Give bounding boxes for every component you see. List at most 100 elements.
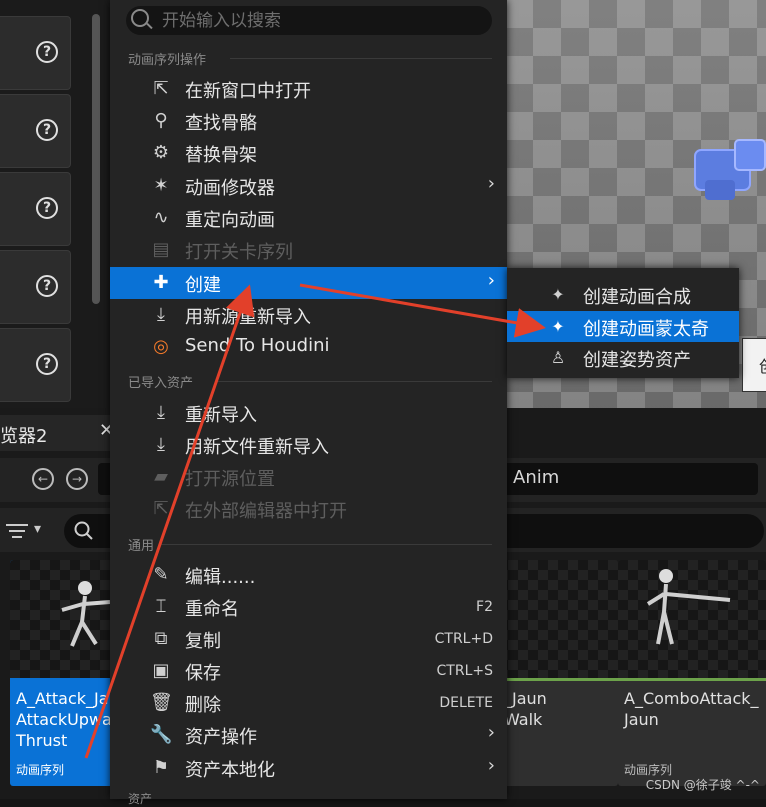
rename-icon: ⌶ [155,596,167,617]
submenu-item-create-pose-asset[interactable]: ♙ 创建姿势资产 [507,342,739,373]
menu-item-reimport-new-file[interactable]: ⤓ 用新文件重新导入 [110,429,507,461]
chevron-right-icon: › [487,270,495,291]
menu-item-rename[interactable]: ⌶ 重命名 F2 [110,591,507,623]
asset-type-label: 动画序列 [16,763,65,777]
menu-search-input[interactable] [162,6,482,35]
menu-item-reimport[interactable]: ⤓ 重新导入 [110,397,507,429]
menu-item-label: 创建 [185,275,221,296]
chevron-right-icon: › [487,722,495,743]
reimport-new-source-icon: ⤓ [157,304,165,325]
menu-item-label: 保存 [185,663,221,684]
asset-type-bar [618,678,766,681]
find-skeleton-icon: ⚲ [154,110,168,131]
menu-item-label: 用新源重新导入 [185,307,311,328]
submenu-item-label: 创建动画合成 [583,287,691,308]
menu-item-replace-skeleton[interactable]: ⚙ 替换骨架 [110,137,507,169]
menu-item-anim-modifiers[interactable]: ✶ 动画修改器 › [110,170,507,202]
save-icon: ▣ [152,660,170,681]
menu-item-edit[interactable]: ✎ 编辑...... [110,559,507,591]
content-browser-tab-label: 览器2 [0,426,48,447]
detail-row[interactable]: ? [0,328,71,402]
section-divider [230,58,492,59]
shortcut-label: CTRL+S [436,663,493,679]
menu-item-asset-actions[interactable]: 🔧 资产操作 › [110,719,507,751]
duplicate-icon: ⧉ [154,628,168,649]
forward-arrow-icon[interactable]: → [66,468,88,490]
character-thumbnail-icon [646,569,731,645]
submenu-item-create-anim-montage[interactable]: ✦ 创建动画蒙太奇 [507,311,739,342]
menu-item-label: 编辑...... [185,567,256,588]
menu-item-label: 重定向动画 [185,210,275,231]
menu-item-open-source-location[interactable]: ▰ 打开源位置 [110,461,507,493]
menu-item-open-new-window[interactable]: ⇱ 在新窗口中打开 [110,73,507,105]
help-icon[interactable]: ? [36,41,58,63]
menu-item-duplicate[interactable]: ⧉ 复制 CTRL+D [110,623,507,655]
details-scrollbar[interactable] [92,14,100,304]
asset-tile[interactable]: A_ComboAttack_ Jaun 动画序列 [618,560,766,786]
section-header-imported-assets: 已导入资产 [128,376,194,391]
help-icon[interactable]: ? [36,197,58,219]
filter-icon[interactable] [6,524,28,542]
tooltip-text: 创 [759,353,766,377]
folder-icon: ▰ [154,466,168,487]
asset-name: A_ComboAttack_ Jaun [624,689,759,729]
skeletal-mesh-preview [694,139,766,200]
shortcut-label: F2 [476,599,493,615]
menu-item-label: 资产操作 [185,727,257,748]
submenu-item-create-anim-composite[interactable]: ✦ 创建动画合成 [507,279,739,310]
menu-item-label: 重新导入 [185,405,257,426]
menu-item-reimport-new-source[interactable]: ⤓ 用新源重新导入 [110,299,507,331]
menu-item-retarget-animation[interactable]: ∿ 重定向动画 [110,202,507,234]
menu-item-label: 重命名 [185,599,239,620]
menu-item-asset-localization[interactable]: ⚑ 资产本地化 › [110,752,507,784]
menu-item-find-skeleton[interactable]: ⚲ 查找骨骼 [110,105,507,137]
path-folder-label[interactable]: Anim [513,467,559,488]
menu-item-open-level-sequence[interactable]: ▤ 打开关卡序列 [110,234,507,266]
section-header-common: 通用 [128,539,155,554]
menu-item-label: 替换骨架 [185,145,257,166]
menu-item-send-to-houdini[interactable]: ◎ Send To Houdini [110,331,507,363]
detail-row[interactable]: ? [0,94,71,168]
anim-composite-icon: ✦ [551,285,565,304]
shortcut-label: DELETE [439,695,493,711]
menu-item-label: 复制 [185,631,221,652]
menu-item-delete[interactable]: 🗑 删除 DELETE [110,687,507,719]
help-icon[interactable]: ? [36,353,58,375]
section-divider [216,381,492,382]
detail-row[interactable]: ? [0,250,71,324]
help-icon[interactable]: ? [36,275,58,297]
tooltip-popup: 创 [742,338,766,392]
submenu-item-label: 创建姿势资产 [583,350,691,371]
create-icon: ✚ [153,272,169,293]
pose-asset-icon: ♙ [550,348,566,367]
detail-row[interactable]: ? [0,172,71,246]
retarget-icon: ∿ [153,207,169,228]
open-window-icon: ⇱ [153,78,169,99]
reimport-icon: ⤓ [157,402,165,423]
asset-tile[interactable]: _Jaun Walk [498,560,618,786]
asset-thumbnail [498,560,618,678]
menu-item-label: 资产本地化 [185,760,275,781]
anim-montage-icon: ✦ [551,317,565,336]
edit-icon: ✎ [153,564,169,585]
back-arrow-icon[interactable]: ← [32,468,54,490]
menu-item-create[interactable]: ✚ 创建 › [110,267,507,299]
asset-actions-icon: 🔧 [150,724,173,745]
menu-item-save[interactable]: ▣ 保存 CTRL+S [110,655,507,687]
menu-item-label: 打开关卡序列 [185,242,293,263]
asset-name: _Jaun Walk [504,689,547,729]
menu-item-label: 在外部编辑器中打开 [185,501,347,522]
anim-modifier-icon: ✶ [153,175,169,196]
menu-item-label: 查找骨骼 [185,113,257,134]
detail-row[interactable]: ? [0,16,71,90]
chevron-right-icon: › [487,173,495,194]
chevron-down-icon[interactable]: ▾ [34,521,41,537]
menu-item-open-external-editor[interactable]: ⇱ 在外部编辑器中打开 [110,493,507,525]
menu-item-label: 用新文件重新导入 [185,437,329,458]
submenu-item-label: 创建动画蒙太奇 [583,319,709,340]
asset-type-bar [498,678,618,681]
search-icon [131,9,149,27]
section-divider [160,544,492,545]
help-icon[interactable]: ? [36,119,58,141]
details-panel: ? ? ? ? ? [0,0,110,415]
